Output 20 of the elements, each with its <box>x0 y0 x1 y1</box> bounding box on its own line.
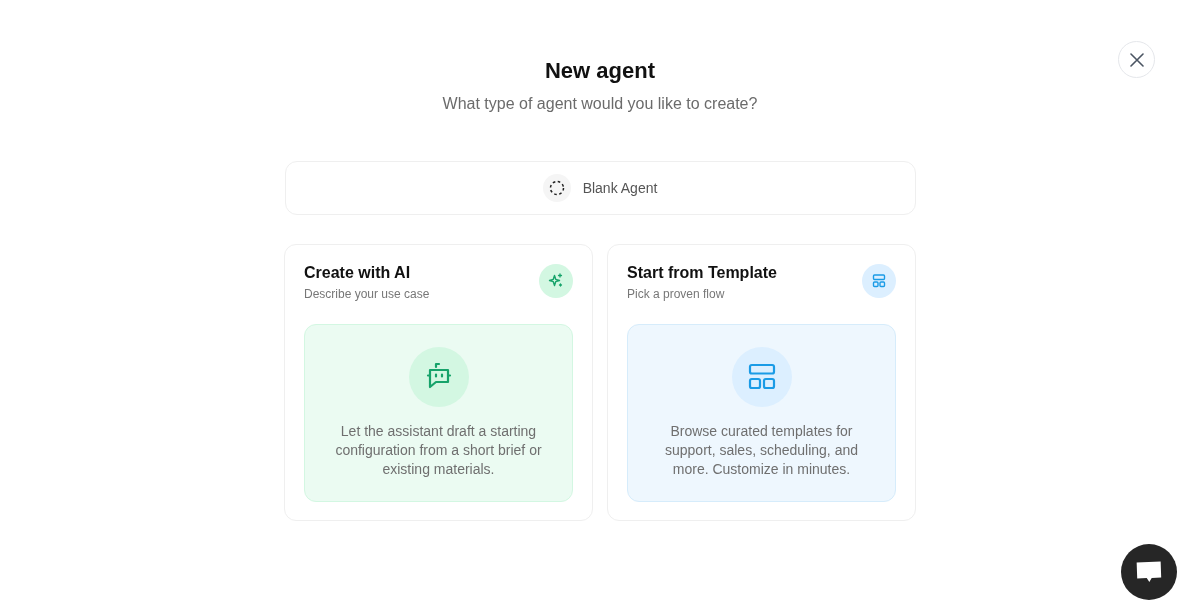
dialog-title: New agent <box>545 57 655 85</box>
option-description: Let the assistant draft a starting configuration from a short brief or existing materials. <box>334 422 543 479</box>
robot-chat-icon <box>408 347 469 407</box>
chat-bubble-icon <box>1136 561 1162 583</box>
option-card[interactable]: Start from Template Pick a proven flow Browse curated templates for support, sales, scheduling, and more. Customize in minutes. <box>607 244 916 521</box>
close-icon <box>1129 52 1144 67</box>
dialog-subtitle: What type of agent would you like to create? <box>442 94 758 114</box>
blank-agent-button[interactable]: Blank Agent <box>284 161 916 215</box>
option-card[interactable]: Create with AI Describe your use case Let the assistant draft a starting configuration from a short brief or existing materials. <box>284 244 593 521</box>
layout-icon <box>731 347 792 407</box>
chat-button[interactable] <box>1121 544 1177 600</box>
option-title: Start from Template <box>627 263 777 283</box>
sparkle-icon <box>539 264 573 298</box>
option-subtitle: Pick a proven flow <box>627 286 726 302</box>
layout-icon <box>862 264 896 298</box>
option-title: Create with AI <box>304 263 412 283</box>
option-subtitle: Describe your use case <box>304 286 430 302</box>
dashed-circle-icon <box>542 174 571 202</box>
option-description: Browse curated templates for support, sales, scheduling, and more. Customize in minutes. <box>664 422 859 479</box>
close-button[interactable] <box>1118 41 1155 78</box>
